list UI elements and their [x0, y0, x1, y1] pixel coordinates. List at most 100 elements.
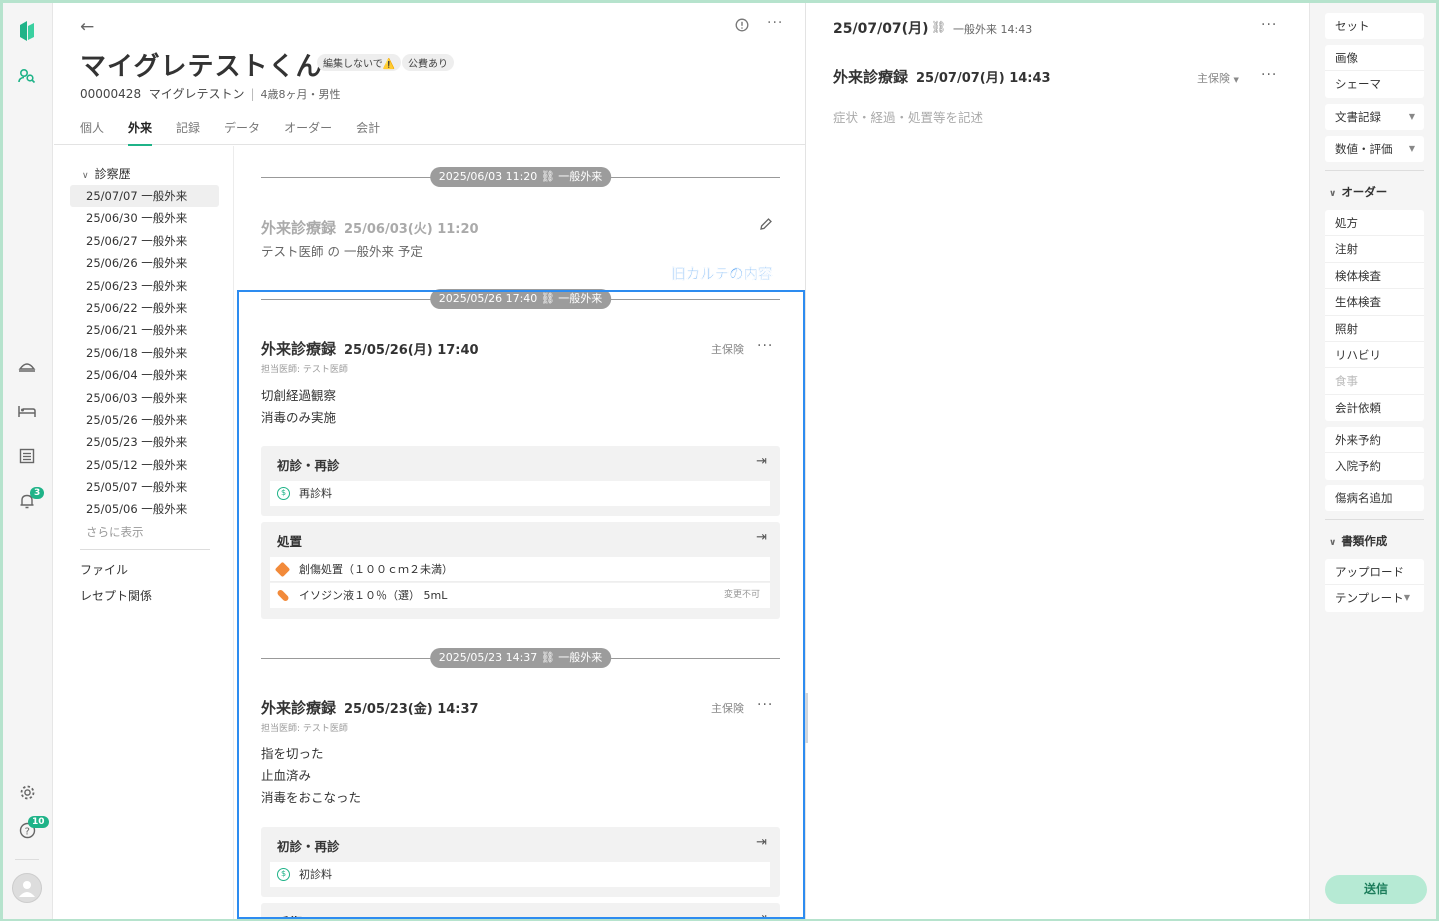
editor-record-date: 25/07/07(月) 14:43 [916, 71, 1051, 86]
editor-title-label: 外来診療録 [833, 68, 909, 86]
history-item[interactable]: 25/05/26 一般外来 [70, 409, 219, 431]
patient-kana: マイグレテストン [148, 87, 245, 101]
history-item[interactable]: 25/06/23 一般外来 [70, 275, 219, 297]
send-button[interactable]: 送信 [1325, 875, 1427, 904]
doc-record-label: 文書記録 [1335, 110, 1381, 124]
history-item[interactable]: 25/05/12 一般外来 [70, 454, 219, 476]
show-more-link[interactable]: さらに表示 [70, 521, 219, 543]
history-divider [80, 549, 210, 550]
old-chart-label: 旧カルテの内容 [671, 267, 773, 283]
injection-button[interactable]: 注射 [1325, 236, 1424, 263]
history-item[interactable]: 25/06/30 一般外来 [70, 207, 219, 229]
record-title: 外来診療録 25/06/03(火) 11:20 [261, 217, 479, 238]
history-item[interactable]: 25/05/07 一般外来 [70, 476, 219, 498]
doc-record-button[interactable]: 文書記録 ▼ [1325, 104, 1424, 130]
add-disease-button[interactable]: 傷病名追加 [1325, 485, 1424, 511]
date-pill-type: 一般外来 [558, 170, 603, 183]
editor-insurance-label: 主保険 [1197, 72, 1230, 85]
files-link[interactable]: ファイル [80, 561, 128, 578]
list-icon[interactable] [16, 445, 38, 467]
specimen-test-button[interactable]: 検体検査 [1325, 263, 1424, 290]
tab-data[interactable]: データ [224, 119, 260, 146]
template-button[interactable]: テンプレート ▼ [1325, 585, 1424, 611]
tag-public-expense: 公費あり [402, 54, 454, 71]
history-item[interactable]: 25/06/03 一般外来 [70, 387, 219, 409]
receipt-link[interactable]: レセプト関係 [80, 587, 152, 604]
history-item[interactable]: 25/05/23 一般外来 [70, 431, 219, 453]
editor-title: 外来診療録 25/07/07(月) 14:43 [833, 66, 1051, 87]
svg-text:?: ? [24, 826, 29, 837]
schema-button[interactable]: シェーマ [1325, 71, 1424, 97]
doc-group: アップロード テンプレート ▼ [1325, 559, 1424, 612]
tab-personal[interactable]: 個人 [80, 119, 104, 146]
tab-billing[interactable]: 会計 [356, 119, 380, 146]
doc-record-group: 文書記録 ▼ [1325, 104, 1424, 131]
history-item[interactable]: 25/06/26 一般外来 [70, 252, 219, 274]
numeric-eval-label: 数値・評価 [1335, 142, 1393, 156]
doc-section-heading[interactable]: ∨ 書類作成 [1329, 533, 1387, 549]
history-heading[interactable]: ∨ 診察歴 [82, 165, 131, 182]
outpatient-booking-button[interactable]: 外来予約 [1325, 427, 1424, 454]
reception-icon[interactable] [16, 355, 38, 377]
history-item[interactable]: 25/06/27 一般外来 [70, 230, 219, 252]
action-panel: セット 画像 シェーマ 文書記録 ▼ 数値・評価 ▼ ∨ オーダー 処方 注射 検体検… [1309, 3, 1436, 919]
caret-down-icon: ▼ [1233, 76, 1239, 84]
numeric-eval-button[interactable]: 数値・評価 ▼ [1325, 136, 1424, 162]
panel-divider [1325, 519, 1424, 520]
image-button[interactable]: 画像 [1325, 45, 1424, 72]
history-item[interactable]: 25/07/07 一般外来 [70, 185, 219, 208]
order-group: 処方 注射 検体検査 生体検査 照射 リハビリ 食事 会計依頼 [1325, 210, 1424, 422]
patient-search-icon[interactable] [16, 65, 38, 87]
tab-records[interactable]: 記録 [176, 119, 200, 146]
editor-more-icon[interactable]: ··· [1261, 17, 1277, 33]
doc-heading-label: 書類作成 [1341, 534, 1388, 548]
caret-down-icon: ▼ [1408, 144, 1415, 153]
alert-info-icon[interactable] [735, 18, 749, 36]
prescription-button[interactable]: 処方 [1325, 210, 1424, 237]
logo-icon[interactable] [16, 20, 38, 42]
date-separator: 2025/06/03 11:20 ⛓ 一般外来 [261, 167, 780, 187]
date-pill[interactable]: 2025/06/03 11:20 ⛓ 一般外来 [429, 167, 612, 187]
edit-pencil-icon[interactable] [759, 217, 773, 235]
caret-down-icon: ▼ [1408, 112, 1415, 121]
help-count-badge: 10 [28, 816, 49, 828]
rehab-button[interactable]: リハビリ [1325, 342, 1424, 369]
editor-title-more-icon[interactable]: ··· [1261, 67, 1277, 83]
meal-button: 食事 [1325, 368, 1424, 395]
record-editor: 25/07/07(月) ⛓ 一般外来 14:43 ··· 外来診療録 25/07/… [807, 3, 1309, 919]
patient-name: マイグレテストくん [80, 52, 323, 82]
editor-insurance-select[interactable]: 主保険 ▼ [1197, 70, 1239, 86]
chevron-down-icon: ∨ [82, 171, 89, 181]
history-item[interactable]: 25/06/22 一般外来 [70, 297, 219, 319]
gear-icon[interactable] [16, 781, 38, 803]
patient-age-sex: 4歳8ヶ月・男性 [260, 88, 341, 101]
upload-button[interactable]: アップロード [1325, 559, 1424, 586]
old-chart-highlight-box [237, 290, 805, 919]
record-date: 25/06/03(火) 11:20 [344, 222, 479, 237]
inpatient-booking-button[interactable]: 入院予約 [1325, 453, 1424, 479]
history-item[interactable]: 25/06/21 一般外来 [70, 319, 219, 341]
set-button[interactable]: セット [1325, 13, 1424, 39]
radiation-button[interactable]: 照射 [1325, 316, 1424, 342]
history-list: 25/07/07 一般外来 25/06/30 一般外来 25/06/27 一般外… [70, 185, 219, 543]
bell-count-badge: 3 [30, 487, 45, 499]
app-root: 3 ? 10 ← ··· マイグレテストくん 編集しないで⚠️ 公費あり 000… [3, 3, 1436, 919]
caret-down-icon: ▼ [1403, 593, 1410, 603]
physiological-test-button[interactable]: 生体検査 [1325, 289, 1424, 316]
tab-orders[interactable]: オーダー [284, 119, 332, 146]
back-arrow-icon[interactable]: ← [80, 17, 94, 37]
history-item[interactable]: 25/06/18 一般外来 [70, 342, 219, 364]
tag-do-not-edit: 編集しないで⚠️ [317, 54, 402, 71]
patient-id: 00000428 [80, 87, 142, 101]
header-more-icon[interactable]: ··· [767, 15, 783, 31]
history-item[interactable]: 25/05/06 一般外来 [70, 498, 219, 520]
avatar[interactable] [12, 873, 42, 903]
editor-visit-meta: 一般外来 14:43 [953, 23, 1033, 36]
bed-icon[interactable] [16, 400, 38, 422]
history-item[interactable]: 25/06/04 一般外来 [70, 364, 219, 386]
editor-text-area[interactable]: 症状・経過・処置等を記述 [833, 107, 983, 126]
billing-request-button[interactable]: 会計依頼 [1325, 395, 1424, 421]
patient-tabs: 個人 外来 記録 データ オーダー 会計 [80, 119, 404, 146]
order-section-heading[interactable]: ∨ オーダー [1329, 184, 1387, 200]
tab-outpatient[interactable]: 外来 [128, 119, 153, 146]
